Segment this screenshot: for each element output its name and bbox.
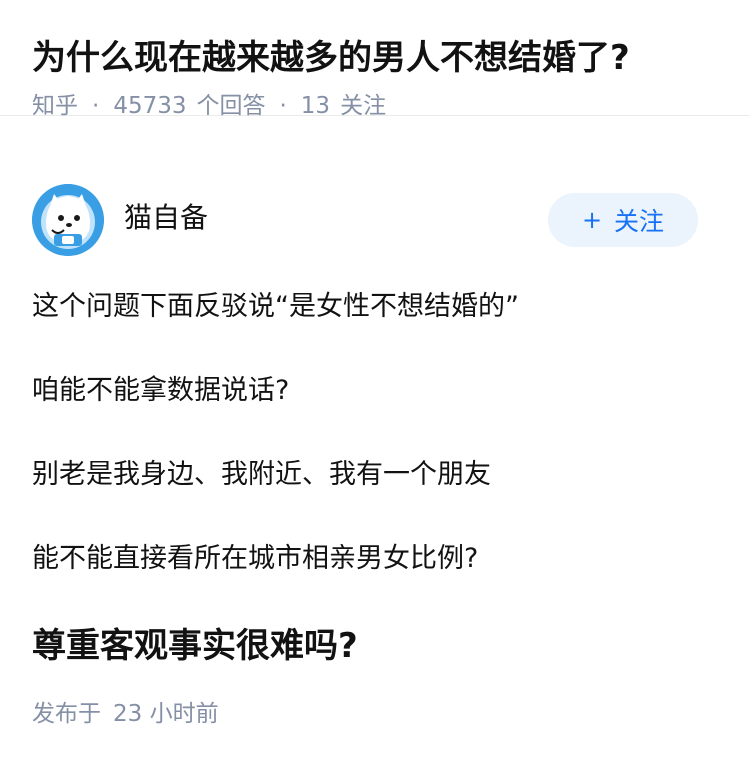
follow-count: 13	[300, 93, 331, 119]
follow-count-label: 关注	[340, 93, 387, 119]
follow-button[interactable]: + 关注	[548, 193, 698, 247]
answer-paragraph: 这个问题下面反驳说“是女性不想结婚的”	[32, 291, 519, 322]
question-meta: 知乎 · 45733 个回答 · 13 关注	[32, 90, 718, 122]
author-row: 猫自备 + 关注	[32, 182, 698, 258]
meta-separator: ·	[92, 93, 100, 119]
answer-count-label: 个回答	[196, 93, 266, 119]
plus-icon: +	[581, 206, 603, 234]
answer-content: 这个问题下面反驳说“是女性不想结婚的” 咱能不能拿数据说话? 别老是我身边、我附…	[32, 286, 718, 670]
answer-heading: 尊重客观事实很难吗?	[32, 626, 358, 666]
answer-paragraph: 能不能直接看所在城市相亲男女比例?	[32, 543, 479, 574]
posted-label: 发布于	[32, 701, 101, 727]
meta-separator: ·	[279, 93, 287, 119]
post-time: 发布于 23 小时前	[32, 698, 219, 730]
question-header: 为什么现在越来越多的男人不想结婚了? 知乎 · 45733 个回答 · 13 关…	[0, 0, 750, 119]
answer-count: 45733	[113, 93, 187, 119]
follow-button-label: 关注	[614, 207, 665, 236]
answer-paragraph: 咱能不能拿数据说话?	[32, 375, 290, 406]
answer-paragraph: 别老是我身边、我附近、我有一个朋友	[32, 459, 491, 490]
posted-time: 23 小时前	[113, 701, 219, 727]
author-name[interactable]: 猫自备	[124, 196, 208, 236]
question-title[interactable]: 为什么现在越来越多的男人不想结婚了?	[32, 34, 718, 82]
cat-astronaut-avatar-icon[interactable]	[32, 184, 104, 256]
source-label[interactable]: 知乎	[32, 90, 78, 122]
